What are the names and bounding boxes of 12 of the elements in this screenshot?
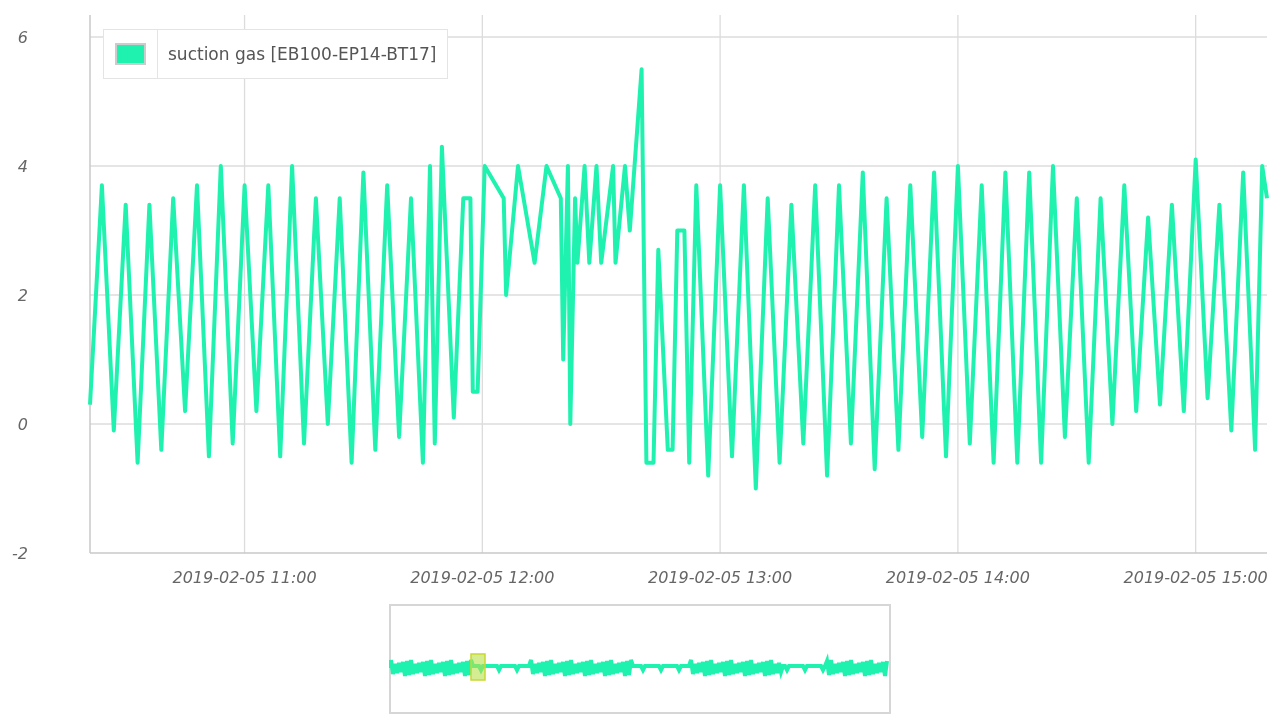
x-tick-label: 2019-02-05 11:00 bbox=[172, 568, 317, 587]
x-tick-label: 2019-02-05 12:00 bbox=[410, 568, 555, 587]
y-tick-label: 0 bbox=[17, 415, 28, 434]
navigator-drawing[interactable] bbox=[389, 604, 891, 714]
y-tick-label: 2 bbox=[17, 286, 28, 305]
x-tick-label: 2019-02-05 14:00 bbox=[885, 568, 1030, 587]
x-tick-label: 2019-02-05 13:00 bbox=[648, 568, 793, 587]
legend-label: suction gas [EB100-EP14-BT17] bbox=[167, 43, 438, 66]
y-tick-label: 6 bbox=[17, 28, 28, 47]
y-tick-label: -2 bbox=[12, 544, 28, 563]
x-tick-label: 2019-02-05 15:00 bbox=[1123, 568, 1268, 587]
y-tick-label: 4 bbox=[17, 157, 28, 176]
